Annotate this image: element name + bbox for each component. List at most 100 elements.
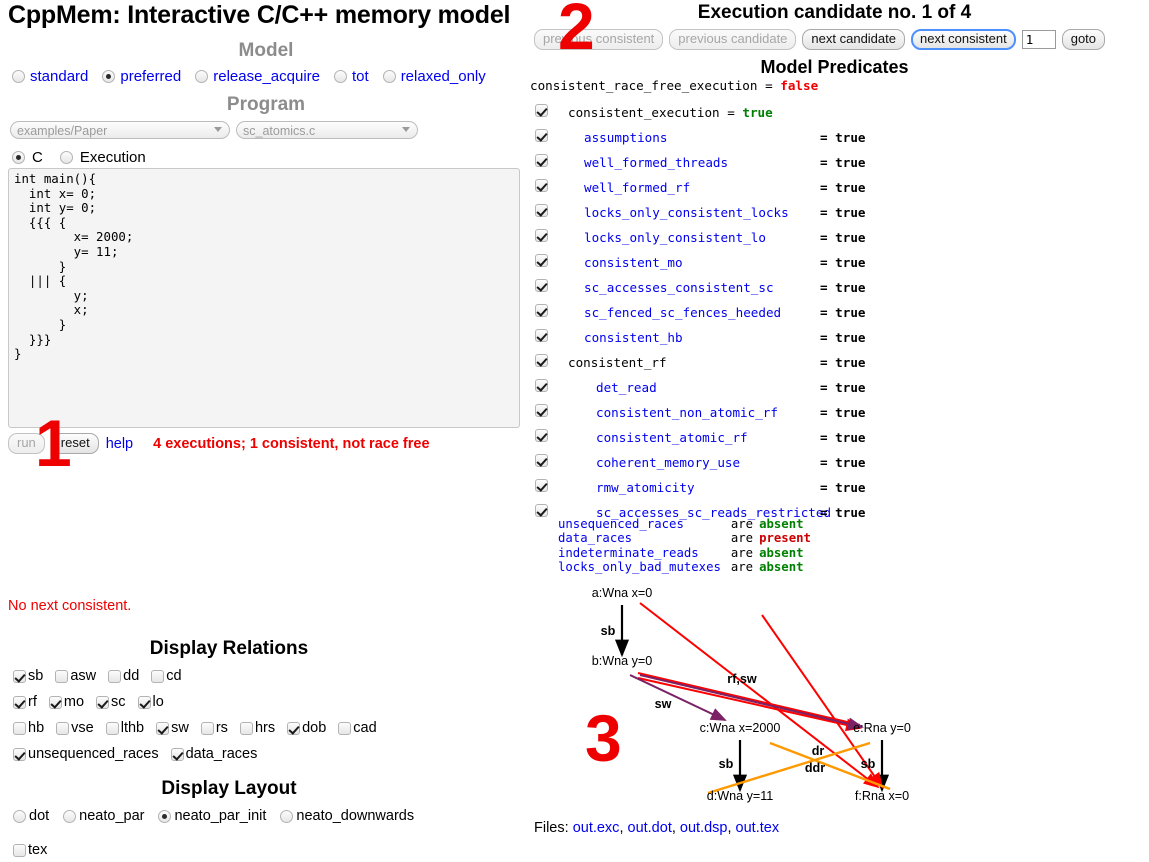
relation-checkbox-dd[interactable] — [108, 669, 122, 683]
relation-checkbox-vse[interactable] — [56, 721, 70, 735]
predicate-name-assumptions[interactable]: assumptions — [584, 130, 667, 145]
previous-candidate-button[interactable]: previous candidate — [669, 29, 797, 50]
predicate-checkbox-locks_only_consistent_locks[interactable] — [535, 204, 548, 217]
predicate-checkbox-consistent_execution[interactable] — [535, 104, 548, 117]
relation-checkbox-rs[interactable] — [200, 721, 214, 735]
goto-input[interactable] — [1021, 30, 1056, 49]
relation-checkbox-asw[interactable] — [55, 669, 69, 683]
predicate-name-consistent_atomic_rf[interactable]: consistent_atomic_rf — [596, 430, 748, 445]
tex-checkbox[interactable] — [13, 843, 26, 857]
relation-item-hb[interactable]: hb — [13, 720, 44, 736]
predicate-name-sc_accesses_consistent_sc[interactable]: sc_accesses_consistent_sc — [584, 280, 774, 295]
relation-item-dd[interactable]: dd — [108, 668, 139, 684]
predicate-checkbox-consistent_rf[interactable] — [535, 354, 548, 367]
relation-item-sb[interactable]: sb — [13, 668, 43, 684]
layout-item-neato_downwards[interactable]: neato_downwards — [280, 808, 414, 824]
predicate-checkbox-sc_accesses_sc_reads_restricted[interactable] — [535, 504, 548, 517]
predicate-checkbox-consistent_hb[interactable] — [535, 329, 548, 342]
relation-item-lthb[interactable]: lthb — [105, 720, 144, 736]
relation-item-vse[interactable]: vse — [56, 720, 94, 736]
predicate-checkbox-coherent_memory_use[interactable] — [535, 454, 548, 467]
relation-item-rf[interactable]: rf — [13, 694, 37, 710]
relation-checkbox-hb[interactable] — [13, 721, 26, 735]
program-directory-select[interactable]: examples/Paper — [10, 121, 230, 139]
model-radio-label-relaxed_only[interactable]: relaxed_only — [401, 68, 486, 85]
predicate-checkbox-well_formed_rf[interactable] — [535, 179, 548, 192]
relation-checkbox-unsequenced_races[interactable] — [13, 747, 26, 761]
relation-item-dob[interactable]: dob — [287, 720, 326, 736]
help-link[interactable]: help — [106, 436, 133, 452]
predicate-name-locks_only_consistent_lo[interactable]: locks_only_consistent_lo — [584, 230, 766, 245]
layout-radio-neato_downwards[interactable] — [280, 809, 294, 823]
predicate-checkbox-sc_fenced_sc_fences_heeded[interactable] — [535, 304, 548, 317]
file-link-out-dsp[interactable]: out.dsp — [680, 820, 728, 836]
relation-item-sc[interactable]: sc — [96, 694, 126, 710]
predicate-name-consistent_non_atomic_rf[interactable]: consistent_non_atomic_rf — [596, 405, 778, 420]
program-file-select[interactable]: sc_atomics.c — [236, 121, 418, 139]
relation-checkbox-sb[interactable] — [13, 669, 26, 683]
view-mode-label-c[interactable]: C — [32, 149, 43, 166]
relation-checkbox-cad[interactable] — [338, 721, 352, 735]
relation-checkbox-sc[interactable] — [96, 695, 110, 709]
predicate-checkbox-consistent_mo[interactable] — [535, 254, 548, 267]
relation-checkbox-data_races[interactable] — [170, 747, 184, 761]
view-mode-radio-execution[interactable] — [59, 151, 73, 164]
race-name-unsequenced_races[interactable]: unsequenced_races — [558, 517, 731, 531]
view-mode-label-execution[interactable]: Execution — [80, 149, 146, 166]
predicate-name-det_read[interactable]: det_read — [596, 380, 657, 395]
predicate-checkbox-assumptions[interactable] — [535, 129, 548, 142]
relation-checkbox-sw[interactable] — [156, 721, 170, 735]
relation-checkbox-dob[interactable] — [287, 721, 301, 735]
layout-item-dot[interactable]: dot — [13, 808, 49, 824]
relation-checkbox-mo[interactable] — [48, 695, 62, 709]
previous-consistent-button[interactable]: previous consistent — [534, 29, 664, 50]
race-name-data_races[interactable]: data_races — [558, 531, 731, 545]
race-name-indeterminate_reads[interactable]: indeterminate_reads — [558, 546, 731, 560]
relation-item-data_races[interactable]: data_races — [170, 746, 257, 762]
predicate-name-rmw_atomicity[interactable]: rmw_atomicity — [596, 480, 695, 495]
relation-checkbox-lthb[interactable] — [105, 721, 119, 735]
model-radio-relaxed_only[interactable] — [382, 70, 396, 83]
relation-checkbox-rf[interactable] — [13, 695, 26, 709]
goto-button[interactable]: goto — [1061, 29, 1106, 50]
relation-item-rs[interactable]: rs — [200, 720, 228, 736]
layout-item-neato_par[interactable]: neato_par — [63, 808, 144, 824]
next-candidate-button[interactable]: next candidate — [802, 29, 905, 50]
predicate-checkbox-det_read[interactable] — [535, 379, 548, 392]
relation-checkbox-lo[interactable] — [137, 695, 151, 709]
model-radio-release_acquire[interactable] — [195, 70, 209, 83]
file-link-out-dot[interactable]: out.dot — [628, 820, 672, 836]
file-link-out-exc[interactable]: out.exc — [573, 820, 620, 836]
race-name-locks_only_bad_mutexes[interactable]: locks_only_bad_mutexes — [558, 560, 731, 574]
predicate-checkbox-sc_accesses_consistent_sc[interactable] — [535, 279, 548, 292]
relation-item-sw[interactable]: sw — [156, 720, 189, 736]
program-code-editor[interactable]: int main(){ int x= 0; int y= 0; {{{ { x=… — [8, 168, 520, 428]
predicate-name-sc_fenced_sc_fences_heeded[interactable]: sc_fenced_sc_fences_heeded — [584, 305, 781, 320]
predicate-name-consistent_mo[interactable]: consistent_mo — [584, 255, 683, 270]
predicate-checkbox-consistent_atomic_rf[interactable] — [535, 429, 548, 442]
predicate-name-well_formed_rf[interactable]: well_formed_rf — [584, 180, 690, 195]
predicate-checkbox-consistent_non_atomic_rf[interactable] — [535, 404, 548, 417]
predicate-checkbox-well_formed_threads[interactable] — [535, 154, 548, 167]
relation-item-cd[interactable]: cd — [151, 668, 182, 684]
layout-radio-neato_par_init[interactable] — [158, 809, 172, 823]
relation-item-hrs[interactable]: hrs — [239, 720, 275, 736]
predicate-name-coherent_memory_use[interactable]: coherent_memory_use — [596, 455, 740, 470]
relation-checkbox-cd[interactable] — [151, 669, 165, 683]
relation-item-unsequenced_races[interactable]: unsequenced_races — [13, 746, 159, 762]
relation-item-asw[interactable]: asw — [55, 668, 96, 684]
relation-item-lo[interactable]: lo — [137, 694, 164, 710]
model-radio-label-release_acquire[interactable]: release_acquire — [213, 68, 320, 85]
relation-item-cad[interactable]: cad — [338, 720, 377, 736]
model-radio-label-standard[interactable]: standard — [30, 68, 88, 85]
model-radio-standard[interactable] — [12, 70, 25, 83]
layout-radio-dot[interactable] — [13, 809, 26, 823]
predicate-name-well_formed_threads[interactable]: well_formed_threads — [584, 155, 728, 170]
predicate-checkbox-locks_only_consistent_lo[interactable] — [535, 229, 548, 242]
file-link-out-tex[interactable]: out.tex — [736, 820, 780, 836]
relation-checkbox-hrs[interactable] — [239, 721, 253, 735]
layout-item-neato_par_init[interactable]: neato_par_init — [158, 808, 266, 824]
tex-checkbox-row[interactable]: tex — [13, 842, 47, 858]
model-radio-label-preferred[interactable]: preferred — [120, 68, 181, 85]
model-radio-label-tot[interactable]: tot — [352, 68, 369, 85]
